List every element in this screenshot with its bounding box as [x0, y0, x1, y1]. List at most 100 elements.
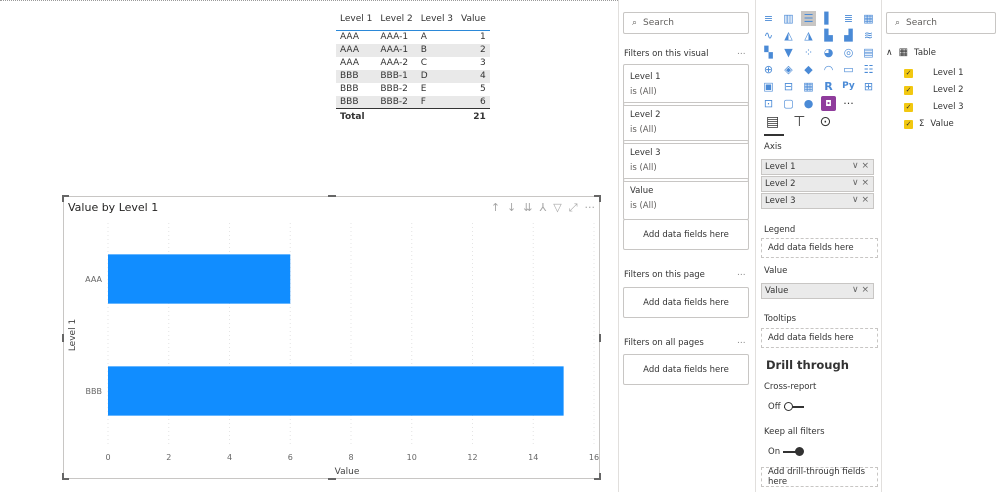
- drill-through-add-fields[interactable]: Add drill-through fields here: [761, 467, 878, 487]
- chevron-up-icon[interactable]: ∧: [886, 48, 893, 58]
- checkbox-checked-icon[interactable]: ✓: [904, 119, 913, 129]
- 100-stacked-column-chart-icon[interactable]: ▦: [861, 11, 876, 26]
- chart-title: Value by Level 1: [68, 201, 159, 214]
- funnel-chart-icon[interactable]: ▼: [781, 45, 796, 60]
- arrow-down-icon[interactable]: ↓: [507, 201, 516, 215]
- area-chart-icon[interactable]: ◭: [781, 28, 796, 43]
- value-field[interactable]: Value ∨ ×: [761, 283, 874, 299]
- column-header[interactable]: Value: [457, 12, 490, 31]
- add-page-filter-field[interactable]: Add data fields here: [623, 287, 749, 318]
- 100-stacked-bar-chart-icon[interactable]: ≣: [841, 11, 856, 26]
- add-visual-filter-field[interactable]: Add data fields here: [623, 219, 749, 250]
- qa-visual-icon[interactable]: ▢: [781, 96, 796, 111]
- axis-field-level-2[interactable]: Level 2 ∨ ×: [761, 176, 874, 192]
- chevron-down-close-icon[interactable]: ∨ ×: [852, 195, 869, 205]
- add-report-filter-field[interactable]: Add data fields here: [623, 354, 749, 385]
- tooltips-add-fields[interactable]: Add data fields here: [761, 328, 878, 348]
- filter-icon[interactable]: ▽: [553, 201, 561, 215]
- fields-tab-icon[interactable]: ▤: [766, 114, 779, 130]
- toggle-track: [783, 447, 805, 456]
- axis-field-level-3[interactable]: Level 3 ∨ ×: [761, 193, 874, 209]
- stacked-column-chart-icon[interactable]: ▥: [781, 11, 796, 26]
- double-arrow-down-icon[interactable]: ⇊: [523, 201, 532, 215]
- chevron-down-close-icon[interactable]: ∨ ×: [852, 285, 869, 295]
- card-icon[interactable]: ▭: [841, 62, 856, 77]
- clustered-column-chart-icon[interactable]: ▌: [821, 11, 836, 26]
- stacked-bar-chart-icon[interactable]: ≡: [761, 11, 776, 26]
- focus-mode-icon[interactable]: ⤢: [569, 201, 578, 215]
- column-header[interactable]: Level 1: [336, 12, 376, 31]
- analytics-magnifier-icon[interactable]: ⊙: [819, 114, 831, 130]
- chevron-down-close-icon[interactable]: ∨ ×: [852, 178, 869, 188]
- legend-add-fields[interactable]: Add data fields here: [761, 238, 878, 258]
- more-options-icon[interactable]: ...: [737, 336, 746, 346]
- r-visual-icon[interactable]: R: [821, 79, 836, 94]
- checkbox-checked-icon[interactable]: ✓: [904, 102, 913, 112]
- decomposition-tree-icon[interactable]: ⊡: [761, 96, 776, 111]
- python-visual-icon[interactable]: Py: [841, 79, 856, 94]
- treemap-icon[interactable]: ▤: [861, 45, 876, 60]
- key-influencers-icon[interactable]: ⊞: [861, 79, 876, 94]
- kpi-icon[interactable]: ▣: [761, 79, 776, 94]
- filter-card-level-3[interactable]: Level 3 is (All): [623, 140, 749, 182]
- pie-chart-icon[interactable]: ◕: [821, 45, 836, 60]
- column-header[interactable]: Level 3: [417, 12, 457, 31]
- fields-search-input[interactable]: ⌕ Search: [886, 12, 996, 34]
- line-column-chart-icon[interactable]: ▙: [821, 28, 836, 43]
- arrow-up-icon[interactable]: ↑: [491, 201, 500, 215]
- checkbox-checked-icon[interactable]: ✓: [904, 85, 913, 95]
- filter-card-level-1[interactable]: Level 1 is (All): [623, 64, 749, 106]
- search-placeholder: Search: [643, 18, 674, 28]
- table-node-table[interactable]: ∧ ▦ Table: [886, 47, 936, 58]
- scatter-chart-icon[interactable]: ⁘: [801, 45, 816, 60]
- filled-map-icon[interactable]: ◈: [781, 62, 796, 77]
- field-item-level-1[interactable]: ✓ Level 1: [904, 68, 964, 78]
- ribbon-chart-icon[interactable]: ≋: [861, 28, 876, 43]
- bar-chart-visual[interactable]: 0 2 4 6 8 10 12 14 16 AAA BBB Value Level 1 Value by…: [62, 195, 601, 480]
- gauge-icon[interactable]: ◠: [821, 62, 836, 77]
- waterfall-chart-icon[interactable]: ▚: [761, 45, 776, 60]
- filter-card-value[interactable]: Value is (All): [623, 178, 749, 220]
- shape-map-icon[interactable]: ◆: [801, 62, 816, 77]
- more-options-icon[interactable]: ...: [737, 47, 746, 57]
- filter-state: is (All): [630, 87, 657, 97]
- column-header[interactable]: Level 2: [376, 12, 416, 31]
- cross-report-toggle[interactable]: Off: [768, 402, 804, 412]
- chevron-down-close-icon[interactable]: ∨ ×: [852, 161, 869, 171]
- toggle-knob: [783, 402, 793, 411]
- bar[interactable]: [108, 254, 291, 304]
- stacked-area-chart-icon[interactable]: ◮: [801, 28, 816, 43]
- field-name: Level 3: [933, 102, 964, 112]
- table-cell: BBB: [336, 69, 377, 83]
- filter-card-level-2[interactable]: Level 2 is (All): [623, 102, 749, 144]
- expand-hierarchy-icon[interactable]: ⅄: [539, 201, 546, 215]
- more-options-icon[interactable]: ...: [737, 268, 746, 278]
- slicer-icon[interactable]: ⊟: [781, 79, 796, 94]
- map-icon[interactable]: ⊕: [761, 62, 776, 77]
- keep-all-filters-toggle[interactable]: On: [768, 447, 805, 457]
- line-chart-icon[interactable]: ∿: [761, 28, 776, 43]
- field-item-level-3[interactable]: ✓ Level 3: [904, 102, 964, 112]
- line-stacked-column-chart-icon[interactable]: ▟: [841, 28, 856, 43]
- checkbox-checked-icon[interactable]: ✓: [904, 68, 913, 78]
- toggle-state: On: [768, 447, 781, 457]
- donut-chart-icon[interactable]: ◎: [841, 45, 856, 60]
- multi-row-card-icon[interactable]: ☷: [861, 62, 876, 77]
- clustered-bar-chart-icon[interactable]: ☰: [801, 11, 816, 26]
- more-options-icon[interactable]: ···: [585, 201, 596, 215]
- field-item-level-2[interactable]: ✓ Level 2: [904, 85, 964, 95]
- custom-visual-icon[interactable]: ◘: [821, 96, 836, 111]
- format-paint-roller-icon[interactable]: ⊤: [793, 114, 805, 130]
- sigma-icon: Σ: [919, 119, 925, 129]
- table-visual[interactable]: Level 1 Level 2 Level 3 Value AAA AAA-1 …: [336, 12, 490, 123]
- total-label: Total: [336, 108, 377, 123]
- arcgis-map-icon[interactable]: ●: [801, 96, 816, 111]
- axis-field-level-1[interactable]: Level 1 ∨ ×: [761, 159, 874, 175]
- table-icon[interactable]: ▦: [801, 79, 816, 94]
- more-visuals-icon[interactable]: ···: [841, 96, 856, 111]
- y-tick-label: AAA: [85, 275, 102, 284]
- x-tick-label: 0: [105, 453, 110, 462]
- bar[interactable]: [108, 366, 564, 416]
- field-item-value[interactable]: ✓ Σ Value: [904, 119, 954, 129]
- filters-search-input[interactable]: ⌕ Search: [623, 12, 749, 34]
